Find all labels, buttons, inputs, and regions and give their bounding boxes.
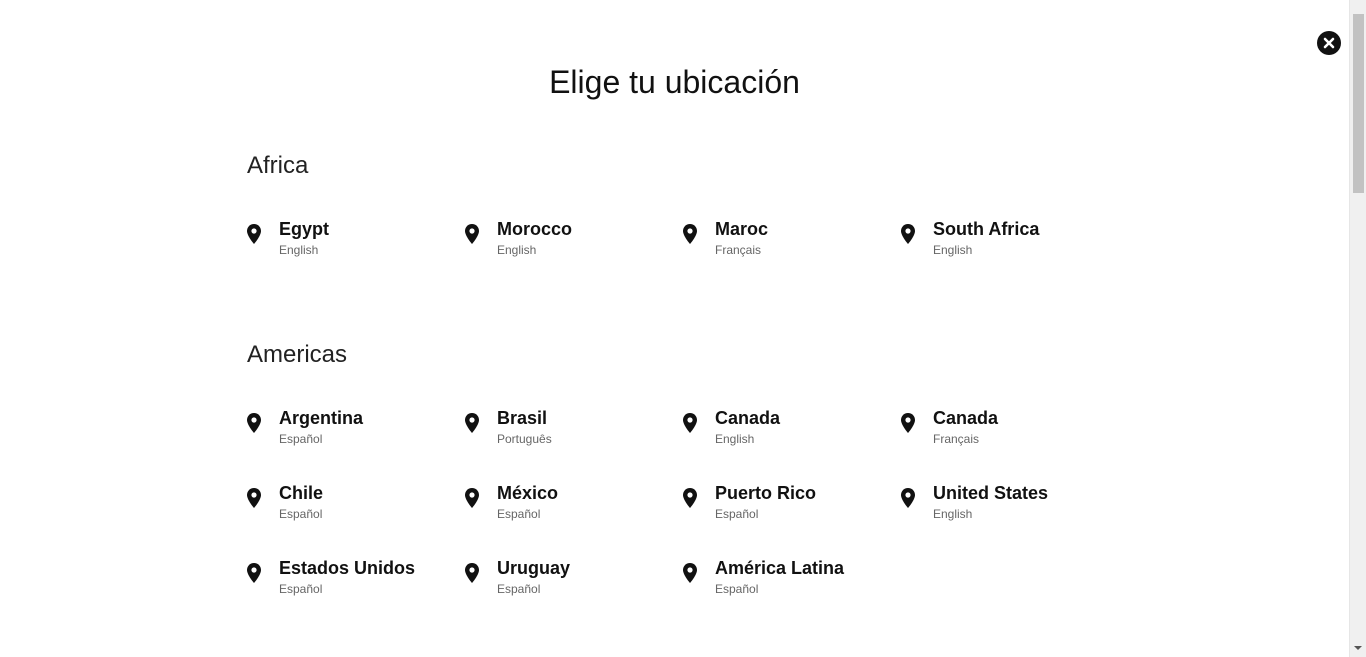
map-pin-icon [465, 224, 479, 244]
location-country: Morocco [497, 219, 573, 239]
map-pin-icon [247, 413, 261, 433]
page-title: Elige tu ubicación [549, 64, 800, 100]
region-title: Americas [247, 341, 348, 368]
location-country: Puerto Rico [715, 483, 817, 503]
location-language: Español [279, 432, 323, 446]
location-item[interactable]: Puerto Rico Español [683, 482, 901, 532]
location-item[interactable]: Argentina Español [247, 407, 465, 457]
location-country: Canada [933, 408, 999, 428]
close-icon [1323, 37, 1335, 49]
location-country: Maroc [715, 219, 769, 239]
location-language: Español [715, 507, 759, 521]
location-item[interactable]: Canada Français [901, 407, 1119, 457]
vertical-scrollbar[interactable] [1349, 0, 1366, 657]
location-item[interactable]: South Africa English [901, 218, 1119, 268]
location-language: Español [279, 582, 323, 596]
map-pin-icon [247, 224, 261, 244]
close-button[interactable] [1317, 31, 1341, 55]
location-country: South Africa [933, 219, 1040, 239]
location-country: Canada [715, 408, 781, 428]
location-item[interactable]: Brasil Português [465, 407, 683, 457]
region-title: Africa [247, 152, 309, 179]
location-item[interactable]: Chile Español [247, 482, 465, 532]
location-language: Français [715, 243, 762, 257]
map-pin-icon [465, 488, 479, 508]
location-language: Español [279, 507, 323, 521]
location-language: English [715, 432, 755, 446]
map-pin-icon [683, 413, 697, 433]
location-language: Español [497, 507, 541, 521]
location-language: Español [497, 582, 541, 596]
map-pin-icon [247, 563, 261, 583]
location-item[interactable]: México Español [465, 482, 683, 532]
location-country: Argentina [279, 408, 364, 428]
location-language: English [279, 243, 319, 257]
location-item[interactable]: Maroc Français [683, 218, 901, 268]
location-country: Brasil [497, 408, 548, 428]
map-pin-icon [465, 563, 479, 583]
location-item[interactable]: Morocco English [465, 218, 683, 268]
map-pin-icon [683, 488, 697, 508]
location-language: Français [933, 432, 980, 446]
location-country: América Latina [715, 558, 845, 578]
map-pin-icon [683, 224, 697, 244]
location-language: Español [715, 582, 759, 596]
location-item[interactable]: América Latina Español [683, 557, 901, 607]
region-americas: Americas Argentina Español Brasil Portuguê… [247, 341, 1247, 607]
region-africa: Africa Egypt English Morocco English Maroc… [247, 152, 1247, 268]
map-pin-icon [465, 413, 479, 433]
location-item[interactable]: Egypt English [247, 218, 465, 268]
map-pin-icon [683, 563, 697, 583]
location-item[interactable]: Estados Unidos Español [247, 557, 465, 607]
location-country: United States [933, 483, 1049, 503]
location-item[interactable]: United States English [901, 482, 1119, 532]
map-pin-icon [901, 224, 915, 244]
location-language: English [933, 243, 973, 257]
location-country: Estados Unidos [279, 558, 416, 578]
location-item[interactable]: Canada English [683, 407, 901, 457]
location-country: Chile [279, 483, 324, 503]
scrollbar-thumb[interactable] [1353, 14, 1364, 193]
location-language: English [497, 243, 537, 257]
location-country: México [497, 483, 559, 503]
location-item[interactable]: Uruguay Español [465, 557, 683, 607]
location-country: Egypt [279, 219, 330, 239]
map-pin-icon [247, 488, 261, 508]
scroll-down-arrow-icon[interactable] [1354, 646, 1362, 650]
location-country: Uruguay [497, 558, 571, 578]
location-list: Egypt English Morocco English Maroc Françai… [247, 218, 1247, 268]
location-language: English [933, 507, 973, 521]
map-pin-icon [901, 413, 915, 433]
location-list: Argentina Español Brasil Português Canada E… [247, 407, 1247, 607]
location-language: Português [497, 432, 552, 446]
map-pin-icon [901, 488, 915, 508]
